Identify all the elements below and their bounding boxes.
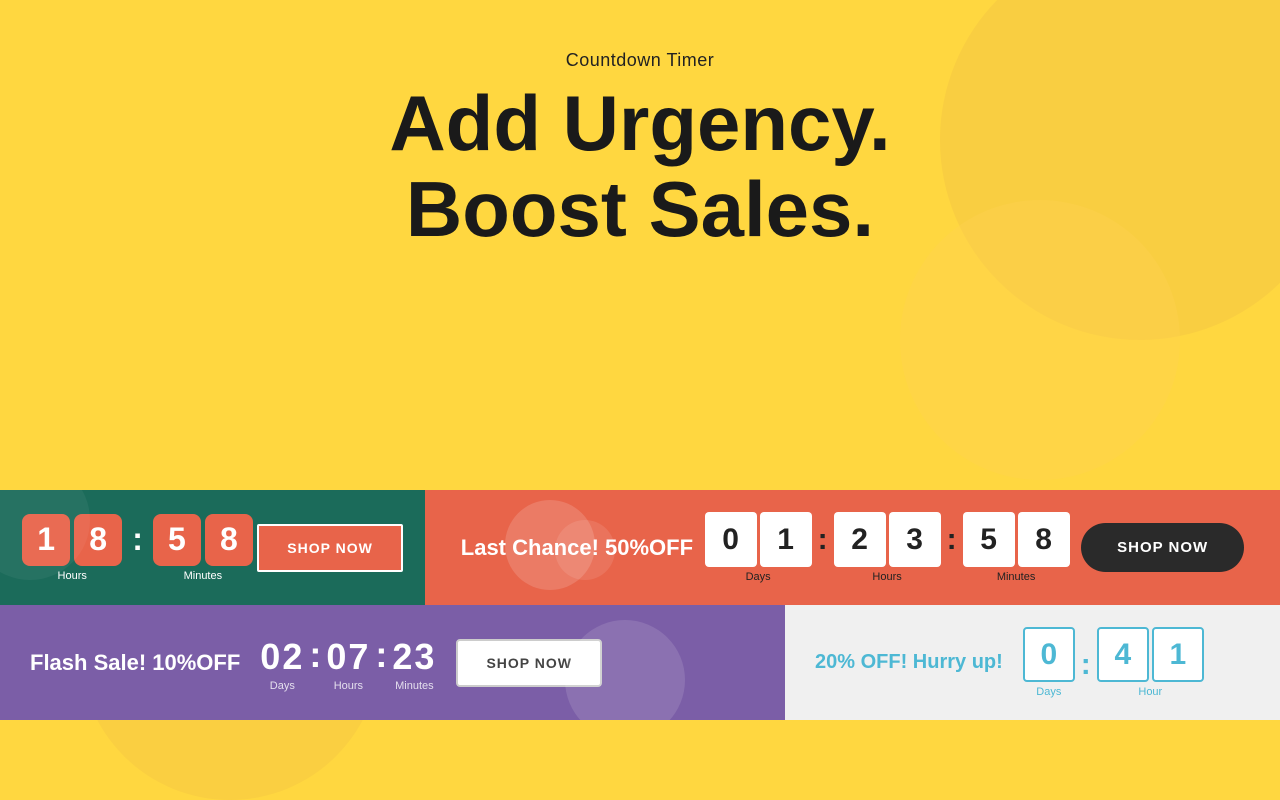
white-hours-group: 4 1 Hour bbox=[1097, 627, 1204, 698]
green-minutes-label: Minutes bbox=[184, 570, 223, 582]
white-timer: 0 Days : 4 1 Hour bbox=[1023, 627, 1204, 698]
orange-promo-text: Last Chance! 50%OFF bbox=[461, 535, 693, 561]
orange-colon-1: : bbox=[816, 523, 830, 557]
purple-minutes-group: 23 Minutes bbox=[392, 636, 436, 692]
orange-days-group: 0 1 Days bbox=[705, 512, 812, 583]
green-hours-digits: 1 8 bbox=[22, 514, 122, 566]
green-minutes-group: 5 8 Minutes bbox=[153, 514, 253, 582]
headline-line2: Boost Sales. bbox=[0, 167, 1280, 253]
green-hour-digit-1: 1 bbox=[22, 514, 70, 566]
green-timer: 1 8 Hours : 5 8 Minutes bbox=[22, 514, 253, 582]
orange-minutes-label: Minutes bbox=[997, 571, 1036, 583]
card-row-2: Flash Sale! 10%OFF 02 Days : 07 Hours : … bbox=[0, 605, 1280, 720]
orange-hours-label: Hours bbox=[872, 571, 901, 583]
white-promo-text: 20% OFF! Hurry up! bbox=[815, 651, 1003, 674]
green-shop-now-button[interactable]: SHOP NOW bbox=[257, 524, 403, 572]
orange-timer: 0 1 Days : 2 3 Hours : 5 bbox=[705, 512, 1070, 583]
green-minutes-digits: 5 8 bbox=[153, 514, 253, 566]
cards-area: 1 8 Hours : 5 8 Minutes SHOP NOW Last Ch… bbox=[0, 480, 1280, 720]
headline-line1: Add Urgency. bbox=[0, 81, 1280, 167]
purple-days-value: 02 bbox=[260, 636, 304, 678]
card-orange: Last Chance! 50%OFF 0 1 Days : 2 3 Hours bbox=[425, 490, 1280, 605]
orange-minutes-digits: 5 8 bbox=[963, 512, 1070, 567]
card-green: 1 8 Hours : 5 8 Minutes SHOP NOW bbox=[0, 490, 425, 605]
purple-shop-now-button[interactable]: SHOP NOW bbox=[456, 639, 602, 687]
purple-colon-1: : bbox=[304, 634, 326, 676]
purple-hours-group: 07 Hours bbox=[326, 636, 370, 692]
green-hour-digit-2: 8 bbox=[74, 514, 122, 566]
purple-timer: 02 Days : 07 Hours : 23 Minutes bbox=[260, 634, 436, 692]
white-days-group: 0 Days bbox=[1023, 627, 1075, 698]
purple-hours-value: 07 bbox=[326, 636, 370, 678]
orange-minute-digit-2: 8 bbox=[1018, 512, 1070, 567]
orange-days-digits: 0 1 bbox=[705, 512, 812, 567]
purple-colon-2: : bbox=[370, 634, 392, 676]
card-white: 20% OFF! Hurry up! 0 Days : 4 1 Hour bbox=[785, 605, 1280, 720]
green-colon-1: : bbox=[128, 521, 147, 558]
purple-minutes-value: 23 bbox=[392, 636, 436, 678]
orange-hour-digit-2: 3 bbox=[889, 512, 941, 567]
header: Countdown Timer Add Urgency. Boost Sales… bbox=[0, 0, 1280, 253]
purple-promo-text: Flash Sale! 10%OFF bbox=[30, 650, 240, 676]
orange-hour-digit-1: 2 bbox=[834, 512, 886, 567]
green-minute-digit-2: 8 bbox=[205, 514, 253, 566]
purple-days-group: 02 Days bbox=[260, 636, 304, 692]
white-hours-label: Hour bbox=[1138, 686, 1162, 698]
orange-hours-group: 2 3 Hours bbox=[834, 512, 941, 583]
orange-day-digit-2: 1 bbox=[760, 512, 812, 567]
orange-days-label: Days bbox=[746, 571, 771, 583]
green-minute-digit-1: 5 bbox=[153, 514, 201, 566]
orange-hours-digits: 2 3 bbox=[834, 512, 941, 567]
card-purple: Flash Sale! 10%OFF 02 Days : 07 Hours : … bbox=[0, 605, 785, 720]
orange-shop-now-button[interactable]: SHOP NOW bbox=[1081, 523, 1244, 572]
green-hours-group: 1 8 Hours bbox=[22, 514, 122, 582]
white-days-label: Days bbox=[1036, 686, 1061, 698]
white-days-digit: 0 bbox=[1023, 627, 1075, 682]
purple-hours-label: Hours bbox=[334, 680, 363, 692]
headline: Add Urgency. Boost Sales. bbox=[0, 81, 1280, 253]
white-colon-1: : bbox=[1079, 648, 1093, 682]
green-hours-label: Hours bbox=[58, 570, 87, 582]
purple-minutes-label: Minutes bbox=[395, 680, 434, 692]
white-hours-digit-2: 1 bbox=[1152, 627, 1204, 682]
subtitle: Countdown Timer bbox=[0, 50, 1280, 71]
orange-colon-2: : bbox=[945, 523, 959, 557]
white-hours-digits: 4 1 bbox=[1097, 627, 1204, 682]
orange-minutes-group: 5 8 Minutes bbox=[963, 512, 1070, 583]
orange-day-digit-1: 0 bbox=[705, 512, 757, 567]
card-row-1: 1 8 Hours : 5 8 Minutes SHOP NOW Last Ch… bbox=[0, 490, 1280, 605]
purple-days-label: Days bbox=[270, 680, 295, 692]
white-hours-digit-1: 4 bbox=[1097, 627, 1149, 682]
orange-minute-digit-1: 5 bbox=[963, 512, 1015, 567]
